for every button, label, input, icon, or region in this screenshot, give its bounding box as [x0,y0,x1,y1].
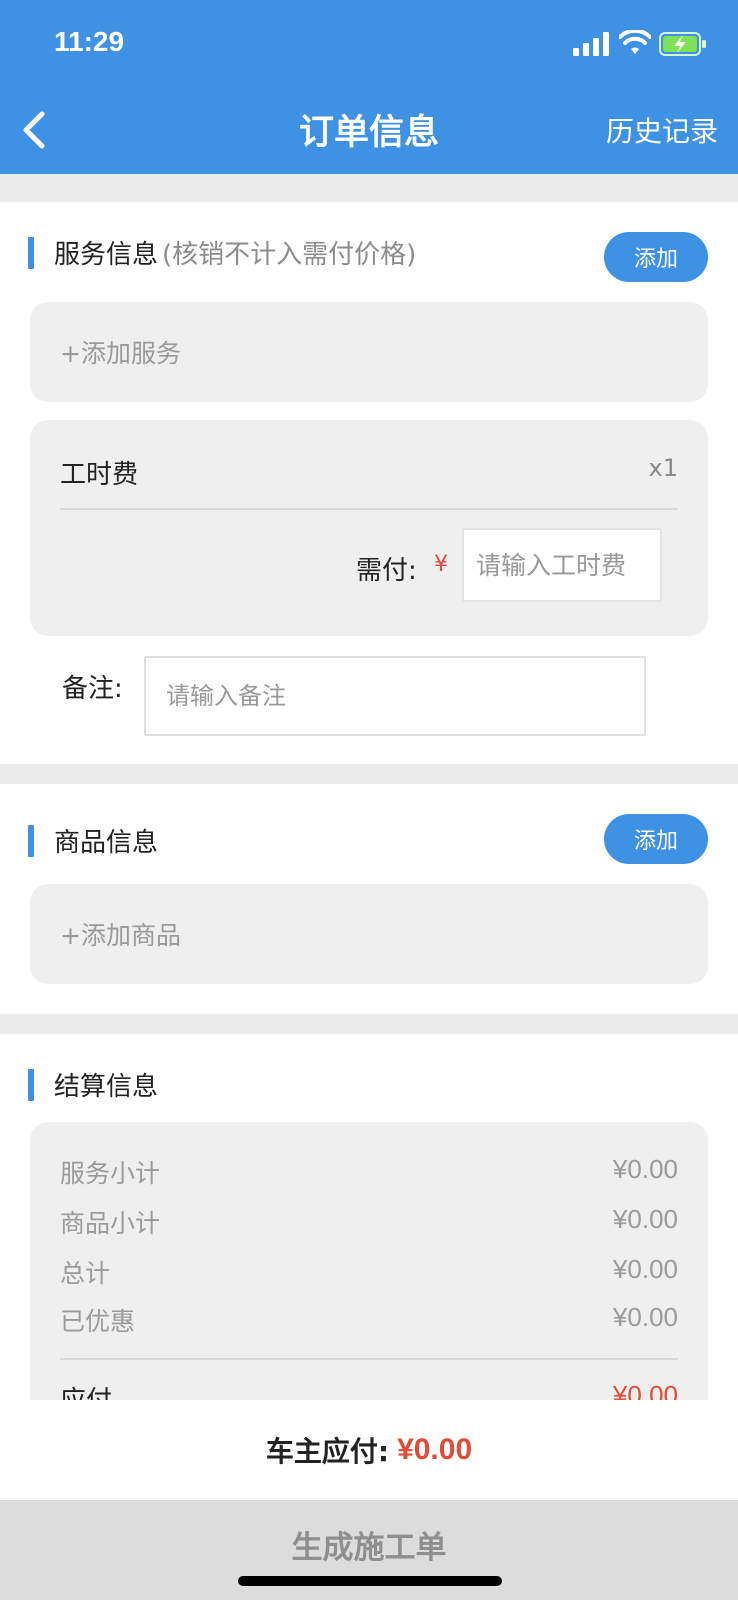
labor-fee-qty: x1 [648,454,678,482]
section-indicator [28,1068,34,1101]
labor-fee-name: 工时费 [60,460,139,490]
settlement-title-text: 结算信息 [54,1072,159,1102]
discount-row: 已优惠 ¥0.00 [60,1302,678,1338]
settlement-box: 服务小计 ¥0.00 商品小计 ¥0.00 总计 ¥0.00 已优惠 ¥0.00… [30,1122,708,1422]
status-icons [573,30,708,60]
section-indicator [28,236,34,269]
section-indicator [28,824,34,857]
settlement-section: 结算信息 服务小计 ¥0.00 商品小计 ¥0.00 总计 ¥0.00 已优惠 … [0,1034,738,1422]
goods-title: 商品信息 [28,822,158,859]
service-subtitle: (核销不计入需付价格) [162,240,417,270]
row-value: ¥0.00 [612,1154,678,1184]
owner-pay-label: 车主应付: [265,1435,390,1468]
divider [60,508,678,510]
owner-pay-bar: 车主应付: ¥0.00 [0,1400,738,1500]
add-service-placeholder: +添加服务 [60,339,181,368]
total-row: 总计 ¥0.00 [60,1254,678,1290]
row-value: ¥0.00 [612,1254,678,1284]
row-label: 商品小计 [60,1209,161,1238]
status-time: 11:29 [54,26,125,57]
add-service-button[interactable]: 添加 [604,232,708,282]
divider [60,1358,678,1360]
add-service-box[interactable]: +添加服务 [30,302,708,402]
wifi-icon [619,30,651,54]
battery-charging-icon [659,32,706,56]
add-goods-button[interactable]: 添加 [604,814,708,864]
add-goods-placeholder: +添加商品 [60,921,181,950]
row-label: 已优惠 [60,1307,136,1336]
history-button[interactable]: 历史记录 [606,110,718,150]
labor-fee-input[interactable] [462,528,662,602]
owner-pay-amount: ¥0.00 [397,1433,473,1466]
labor-fee-card: 工时费 x1 需付: ¥ [30,420,708,636]
row-label: 服务小计 [60,1159,161,1188]
row-label: 总计 [60,1259,111,1288]
pay-label: 需付: [356,556,417,586]
currency-symbol: ¥ [434,552,448,577]
remark-label: 备注: [62,674,123,704]
row-value: ¥0.00 [612,1302,678,1332]
add-goods-box[interactable]: +添加商品 [30,884,708,984]
app-header: 11:29 订单信息 历史记录 [0,0,738,174]
row-value: ¥0.00 [612,1204,678,1234]
goods-section: 商品信息 添加 +添加商品 [0,784,738,1014]
goods-title-text: 商品信息 [54,828,159,858]
subtotal-service-row: 服务小计 ¥0.00 [60,1154,678,1190]
home-indicator [238,1576,502,1586]
subtotal-goods-row: 商品小计 ¥0.00 [60,1204,678,1240]
remark-input[interactable] [144,656,646,736]
signal-icon [573,32,609,56]
settlement-title: 结算信息 [28,1066,158,1103]
service-title-text: 服务信息 [54,240,159,270]
service-title: 服务信息 (核销不计入需付价格) [28,234,416,271]
